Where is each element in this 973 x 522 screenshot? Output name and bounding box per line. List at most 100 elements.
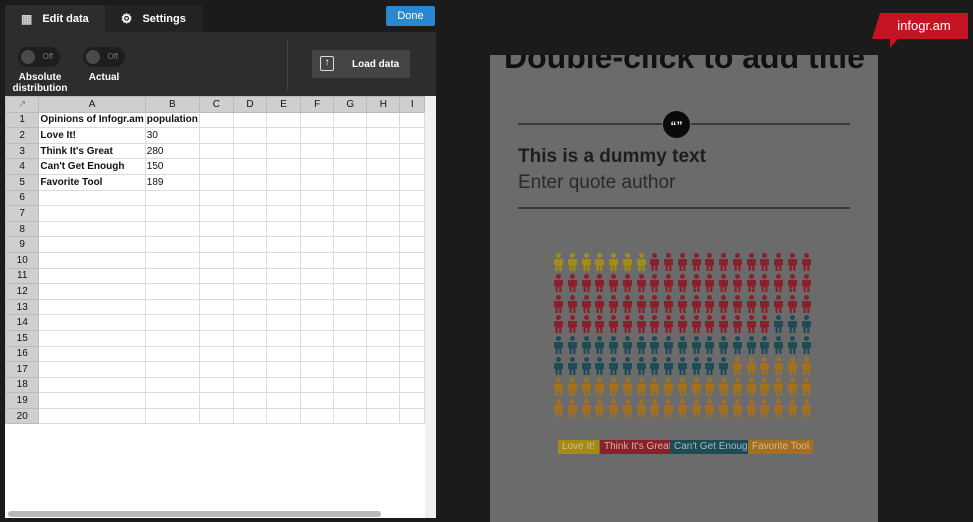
cell[interactable]: [266, 283, 302, 300]
cell[interactable]: [300, 376, 335, 394]
cell[interactable]: [144, 220, 200, 238]
column-header[interactable]: F: [300, 96, 335, 113]
cell[interactable]: [366, 392, 401, 409]
cell[interactable]: 189: [144, 173, 200, 191]
cell[interactable]: [232, 236, 268, 253]
cell[interactable]: [198, 142, 234, 160]
cell[interactable]: [333, 189, 368, 207]
cell[interactable]: [366, 251, 401, 269]
cell[interactable]: [366, 267, 401, 285]
row-header[interactable]: 12: [5, 283, 40, 300]
cell[interactable]: [198, 283, 234, 300]
cell[interactable]: [38, 298, 146, 316]
cell[interactable]: [144, 329, 200, 347]
cell[interactable]: [333, 173, 368, 191]
cell[interactable]: [333, 142, 368, 160]
cell[interactable]: Think It's Great: [38, 142, 146, 160]
cell[interactable]: [399, 392, 425, 409]
cell[interactable]: [266, 407, 302, 425]
cell[interactable]: [198, 251, 234, 269]
row-header[interactable]: 18: [5, 376, 40, 394]
cell[interactable]: [198, 376, 234, 394]
cell[interactable]: [38, 205, 146, 222]
cell[interactable]: [300, 189, 335, 207]
cell[interactable]: [198, 329, 234, 347]
cell[interactable]: [333, 329, 368, 347]
cell[interactable]: [232, 251, 268, 269]
cell[interactable]: [333, 376, 368, 394]
cell[interactable]: [300, 298, 335, 316]
cell[interactable]: [399, 345, 425, 363]
cell[interactable]: [144, 267, 200, 285]
cell[interactable]: [366, 142, 401, 160]
cell[interactable]: [232, 111, 268, 129]
cell[interactable]: [266, 251, 302, 269]
cell[interactable]: population: [144, 111, 200, 129]
row-header[interactable]: 17: [5, 361, 40, 378]
cell[interactable]: [266, 205, 302, 222]
vertical-scrollbar[interactable]: [425, 96, 436, 518]
row-header[interactable]: 16: [5, 345, 40, 363]
cell[interactable]: [38, 267, 146, 285]
cell[interactable]: [366, 361, 401, 378]
absolute-distribution-toggle[interactable]: Off: [18, 47, 60, 67]
cell[interactable]: [366, 283, 401, 300]
row-header[interactable]: 15: [5, 329, 40, 347]
cell[interactable]: [38, 407, 146, 425]
row-header[interactable]: 10: [5, 251, 40, 269]
cell[interactable]: [399, 158, 425, 175]
cell[interactable]: [399, 314, 425, 331]
cell[interactable]: [266, 392, 302, 409]
cell[interactable]: [333, 298, 368, 316]
cell[interactable]: [300, 267, 335, 285]
cell[interactable]: [333, 283, 368, 300]
cell[interactable]: [300, 251, 335, 269]
cell[interactable]: [232, 361, 268, 378]
quote-text[interactable]: This is a dummy text: [518, 146, 706, 168]
cell[interactable]: [144, 407, 200, 425]
cell[interactable]: [232, 283, 268, 300]
cell[interactable]: [38, 283, 146, 300]
cell[interactable]: [144, 361, 200, 378]
done-button[interactable]: Done: [386, 6, 435, 26]
cell[interactable]: [38, 361, 146, 378]
column-header[interactable]: G: [333, 96, 368, 113]
cell[interactable]: [266, 236, 302, 253]
tab-settings[interactable]: ⚙ Settings: [104, 5, 202, 32]
row-header[interactable]: 2: [5, 127, 40, 144]
transpose-icon[interactable]: ↗: [5, 96, 40, 113]
cell[interactable]: [300, 329, 335, 347]
cell[interactable]: [399, 142, 425, 160]
cell[interactable]: [266, 345, 302, 363]
column-header[interactable]: A: [38, 96, 146, 113]
cell[interactable]: [333, 111, 368, 129]
cell[interactable]: [198, 220, 234, 238]
cell[interactable]: [266, 111, 302, 129]
cell[interactable]: [144, 376, 200, 394]
cell[interactable]: [366, 314, 401, 331]
cell[interactable]: [266, 158, 302, 175]
cell[interactable]: [300, 142, 335, 160]
cell[interactable]: [300, 283, 335, 300]
cell[interactable]: [198, 267, 234, 285]
row-header[interactable]: 20: [5, 407, 40, 425]
actual-toggle[interactable]: Off: [83, 47, 125, 67]
cell[interactable]: [198, 298, 234, 316]
cell[interactable]: Love It!: [38, 127, 146, 144]
cell[interactable]: [300, 127, 335, 144]
cell[interactable]: [38, 345, 146, 363]
cell[interactable]: [232, 267, 268, 285]
cell[interactable]: [300, 205, 335, 222]
cell[interactable]: [300, 220, 335, 238]
cell[interactable]: Can't Get Enough: [38, 158, 146, 175]
spreadsheet[interactable]: ↗ A B C D E F G H I 1 Opinions of Infogr.am populat…: [5, 96, 425, 518]
cell[interactable]: [366, 220, 401, 238]
row-header[interactable]: 19: [5, 392, 40, 409]
cell[interactable]: [144, 392, 200, 409]
cell[interactable]: [38, 376, 146, 394]
cell[interactable]: [198, 407, 234, 425]
column-header[interactable]: D: [232, 96, 268, 113]
cell[interactable]: [38, 314, 146, 331]
cell[interactable]: [232, 407, 268, 425]
cell[interactable]: [266, 142, 302, 160]
